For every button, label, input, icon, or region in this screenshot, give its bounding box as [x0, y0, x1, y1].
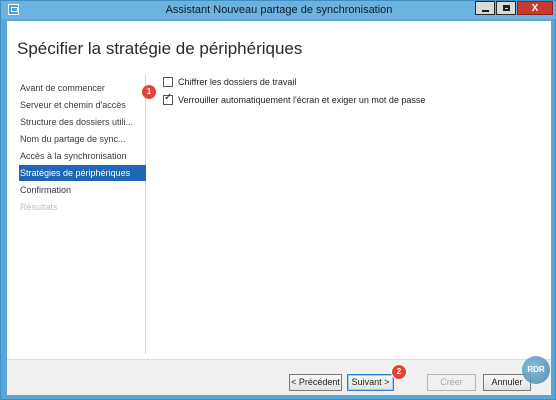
- maximize-button[interactable]: [496, 1, 516, 15]
- window-title: Assistant Nouveau partage de synchronisa…: [165, 4, 393, 16]
- autolock-option[interactable]: Verrouiller automatiquement l'écran et e…: [163, 92, 425, 105]
- rdr-watermark-logo: RDR: [522, 356, 550, 384]
- previous-button[interactable]: < Précédent: [289, 374, 342, 391]
- nav-item-device-policies[interactable]: Stratégies de périphériques: [19, 165, 146, 181]
- nav-item-server-and-path[interactable]: Serveur et chemin d'accès: [20, 97, 144, 113]
- next-button[interactable]: Suivant >: [347, 374, 394, 391]
- wizard-client-area: Spécifier la stratégie de périphériques …: [7, 21, 551, 395]
- minimize-button[interactable]: [475, 1, 495, 15]
- nav-item-before-you-begin[interactable]: Avant de commencer: [20, 80, 144, 96]
- encrypt-folders-label[interactable]: Chiffrer les dossiers de travail: [178, 77, 296, 87]
- close-icon: X: [531, 2, 539, 14]
- autolock-checkbox[interactable]: [163, 92, 173, 105]
- wizard-footer: < Précédent Suivant > Créer Annuler: [7, 359, 551, 395]
- autolock-label[interactable]: Verrouiller automatiquement l'écran et e…: [178, 95, 425, 105]
- nav-item-folder-structure[interactable]: Structure des dossiers utili...: [20, 114, 144, 130]
- nav-item-share-name[interactable]: Nom du partage de sync...: [20, 131, 144, 147]
- wizard-window: Assistant Nouveau partage de synchronisa…: [0, 0, 556, 400]
- nav-item-sync-access[interactable]: Accès à la synchronisation: [20, 148, 144, 164]
- annotation-badge-2: 2: [392, 365, 406, 379]
- title-bar[interactable]: Assistant Nouveau partage de synchronisa…: [1, 1, 556, 19]
- create-button: Créer: [427, 374, 476, 391]
- encrypt-folders-checkbox[interactable]: [163, 77, 173, 87]
- nav-item-results: Résultats: [20, 202, 58, 212]
- nav-item-confirmation[interactable]: Confirmation: [20, 182, 144, 198]
- page-title: Spécifier la stratégie de périphériques: [17, 39, 303, 58]
- window-controls: X: [474, 1, 553, 15]
- wizard-steps-nav: Avant de commencer Serveur et chemin d'a…: [7, 74, 146, 354]
- close-button[interactable]: X: [517, 1, 553, 15]
- annotation-badge-1: 1: [142, 85, 156, 99]
- encrypt-folders-option[interactable]: Chiffrer les dossiers de travail: [163, 77, 296, 87]
- maximize-icon: [502, 5, 510, 11]
- wizard-header: Spécifier la stratégie de périphériques: [7, 21, 551, 67]
- minimize-icon: [481, 9, 489, 12]
